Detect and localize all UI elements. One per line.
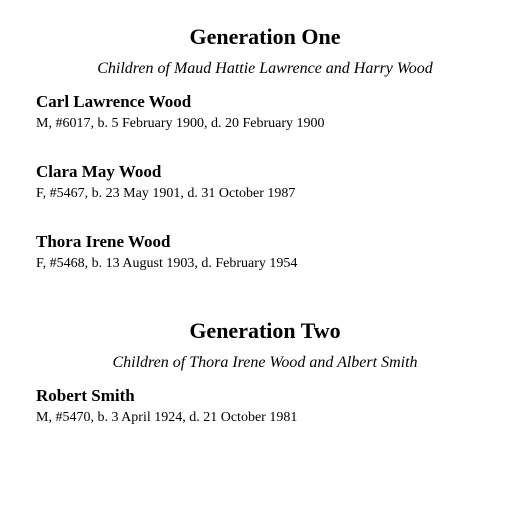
person-detail: F, #5467, b. 23 May 1901, d. 31 October … (36, 186, 494, 202)
person-name: Thora Irene Wood (36, 232, 494, 252)
person-detail: M, #6017, b. 5 February 1900, d. 20 Febr… (36, 116, 494, 132)
person-entry: Robert Smith M, #5470, b. 3 April 1924, d… (36, 386, 494, 426)
generation-title: Generation Two (36, 318, 494, 344)
person-name: Clara May Wood (36, 162, 494, 182)
generation-block: Generation Two Children of Thora Irene Wo… (36, 318, 494, 426)
person-entry: Carl Lawrence Wood M, #6017, b. 5 Februar… (36, 92, 494, 132)
generation-block: Generation One Children of Maud Hattie La… (36, 24, 494, 272)
generation-subtitle: Children of Maud Hattie Lawrence and Har… (36, 60, 494, 78)
person-name: Robert Smith (36, 386, 494, 406)
person-detail: M, #5470, b. 3 April 1924, d. 21 October… (36, 410, 494, 426)
person-name: Carl Lawrence Wood (36, 92, 494, 112)
generation-subtitle: Children of Thora Irene Wood and Albert … (36, 354, 494, 372)
generation-title: Generation One (36, 24, 494, 50)
person-entry: Thora Irene Wood F, #5468, b. 13 August 1… (36, 232, 494, 272)
person-entry: Clara May Wood F, #5467, b. 23 May 1901, … (36, 162, 494, 202)
person-detail: F, #5468, b. 13 August 1903, d. February… (36, 256, 494, 272)
